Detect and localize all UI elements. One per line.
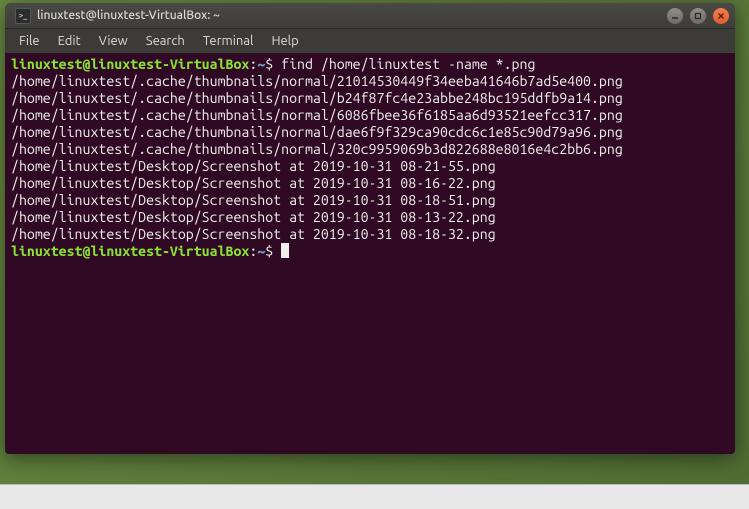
prompt-userhost: linuxtest@linuxtest-VirtualBox [11,56,249,72]
minimize-icon [671,12,679,20]
output-line: /home/linuxtest/.cache/thumbnails/normal… [11,73,623,89]
output-line: /home/linuxtest/.cache/thumbnails/normal… [11,141,623,157]
prompt-sep2: $ [265,56,281,72]
menu-terminal[interactable]: Terminal [195,31,262,51]
output-line: /home/linuxtest/Desktop/Screenshot at 20… [11,209,496,225]
titlebar[interactable]: >_ linuxtest@linuxtest-VirtualBox: ~ [5,3,735,29]
terminal-body[interactable]: linuxtest@linuxtest-VirtualBox:~$ find /… [5,53,735,454]
menu-help[interactable]: Help [263,31,306,51]
output-line: /home/linuxtest/Desktop/Screenshot at 20… [11,158,496,174]
window-title-text: linuxtest@linuxtest-VirtualBox: ~ [37,9,220,22]
close-icon [717,12,725,20]
close-button[interactable] [713,8,729,24]
window-title: >_ linuxtest@linuxtest-VirtualBox: ~ [15,8,220,24]
output-line: /home/linuxtest/Desktop/Screenshot at 20… [11,175,496,191]
output-line: /home/linuxtest/.cache/thumbnails/normal… [11,90,623,106]
cursor [281,243,289,258]
window-controls [667,8,729,24]
terminal-window: >_ linuxtest@linuxtest-VirtualBox: ~ Fil… [5,3,735,454]
menu-file[interactable]: File [11,31,48,51]
minimize-button[interactable] [667,8,683,24]
menu-view[interactable]: View [91,31,136,51]
menubar: File Edit View Search Terminal Help [5,29,735,53]
command-text: find /home/linuxtest -name *.png [281,56,535,72]
maximize-icon [694,12,702,20]
output-line: /home/linuxtest/Desktop/Screenshot at 20… [11,192,496,208]
prompt-sep2: $ [265,243,281,259]
maximize-button[interactable] [690,8,706,24]
menu-edit[interactable]: Edit [50,31,89,51]
prompt-userhost: linuxtest@linuxtest-VirtualBox [11,243,249,259]
output-line: /home/linuxtest/.cache/thumbnails/normal… [11,107,623,123]
output-line: /home/linuxtest/.cache/thumbnails/normal… [11,124,623,140]
menu-search[interactable]: Search [138,31,193,51]
terminal-icon: >_ [15,8,31,24]
bottom-strip [0,484,749,509]
output-line: /home/linuxtest/Desktop/Screenshot at 20… [11,226,496,242]
